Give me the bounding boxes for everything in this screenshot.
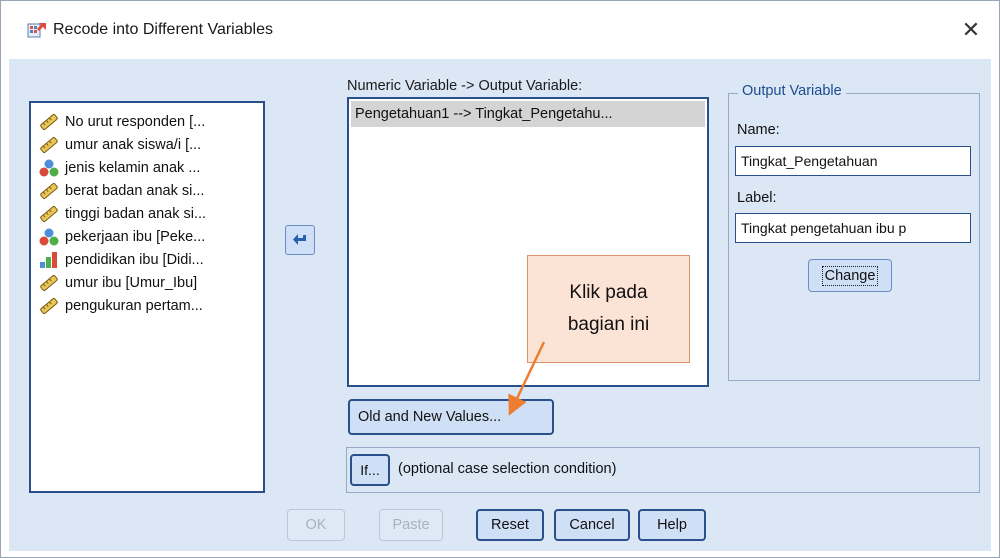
list-item[interactable]: umur anak siswa/i [... — [39, 134, 201, 156]
scale-ruler-icon — [40, 275, 58, 291]
help-button[interactable]: Help — [638, 509, 706, 541]
arrow-left-icon — [293, 234, 306, 245]
title-bar: Recode into Different Variables ✕ — [1, 1, 999, 59]
name-field[interactable]: Tingkat_Pengetahuan — [735, 146, 971, 176]
list-item[interactable]: pengukuran pertam... — [39, 295, 203, 317]
list-item-label: berat badan anak si... — [65, 183, 205, 199]
reset-button[interactable]: Reset — [476, 509, 544, 541]
callout-line-1: Klik pada — [569, 281, 648, 303]
list-item-label: No urut responden [... — [65, 114, 206, 130]
name-label: Name: — [737, 122, 780, 138]
if-button[interactable]: If... — [350, 454, 390, 486]
scale-ruler-icon — [40, 114, 58, 130]
list-item[interactable]: pendidikan ibu [Didi... — [39, 249, 204, 271]
close-icon: ✕ — [961, 17, 981, 42]
list-item[interactable]: No urut responden [... — [39, 111, 205, 133]
annotation-callout: Klik pada bagian ini — [527, 255, 690, 363]
list-item[interactable]: umur ibu [Umur_Ibu] — [39, 272, 197, 294]
output-variable-legend: Output Variable — [738, 83, 846, 99]
dialog-window: Recode into Different Variables ✕ No uru… — [0, 0, 1000, 558]
if-condition-text: (optional case selection condition) — [398, 461, 617, 477]
list-item[interactable]: berat badan anak si... — [39, 180, 204, 202]
dialog-body: No urut responden [... umur anak siswa/i… — [9, 59, 991, 551]
ok-button[interactable]: OK — [287, 509, 345, 541]
list-item-label: umur anak siswa/i [... — [65, 137, 202, 153]
nominal-balls-icon — [39, 228, 59, 246]
list-item-label: pekerjaan ibu [Peke... — [65, 229, 206, 245]
source-variable-list[interactable]: No urut responden [... umur anak siswa/i… — [29, 101, 265, 493]
scale-ruler-icon — [40, 183, 58, 199]
change-button-label: Change — [821, 265, 879, 286]
list-item-label: tinggi badan anak si... — [65, 206, 207, 222]
label-label: Label: — [737, 190, 777, 206]
close-button[interactable]: ✕ — [951, 11, 991, 49]
list-item-label: pengukuran pertam... — [65, 298, 203, 314]
list-item-label: pendidikan ibu [Didi... — [65, 252, 204, 268]
cancel-button[interactable]: Cancel — [554, 509, 630, 541]
recode-app-icon — [27, 23, 46, 38]
list-item-label: jenis kelamin anak ... — [65, 160, 201, 176]
scale-ruler-icon — [40, 137, 58, 153]
list-item[interactable]: Pengetahuan1 --> Tingkat_Pengetahu... — [351, 101, 705, 127]
callout-line-2: bagian ini — [567, 314, 650, 335]
label-field[interactable]: Tingkat pengetahuan ibu p — [735, 213, 971, 243]
list-item[interactable]: pekerjaan ibu [Peke... — [39, 226, 205, 248]
numeric-variable-label: Numeric Variable -> Output Variable: — [347, 78, 583, 94]
move-variable-button[interactable] — [285, 225, 315, 255]
ordinal-bars-icon — [40, 252, 57, 268]
scale-ruler-icon — [40, 206, 58, 222]
list-item[interactable]: tinggi badan anak si... — [39, 203, 206, 225]
list-item[interactable]: jenis kelamin anak ... — [39, 157, 200, 179]
change-button[interactable]: Change — [808, 259, 892, 292]
list-item-label: umur ibu [Umur_Ibu] — [65, 275, 198, 291]
nominal-balls-icon — [39, 159, 59, 177]
scale-ruler-icon — [40, 298, 58, 314]
window-title: Recode into Different Variables — [53, 21, 273, 38]
old-and-new-values-button[interactable]: Old and New Values... — [348, 399, 554, 435]
paste-button[interactable]: Paste — [379, 509, 443, 541]
